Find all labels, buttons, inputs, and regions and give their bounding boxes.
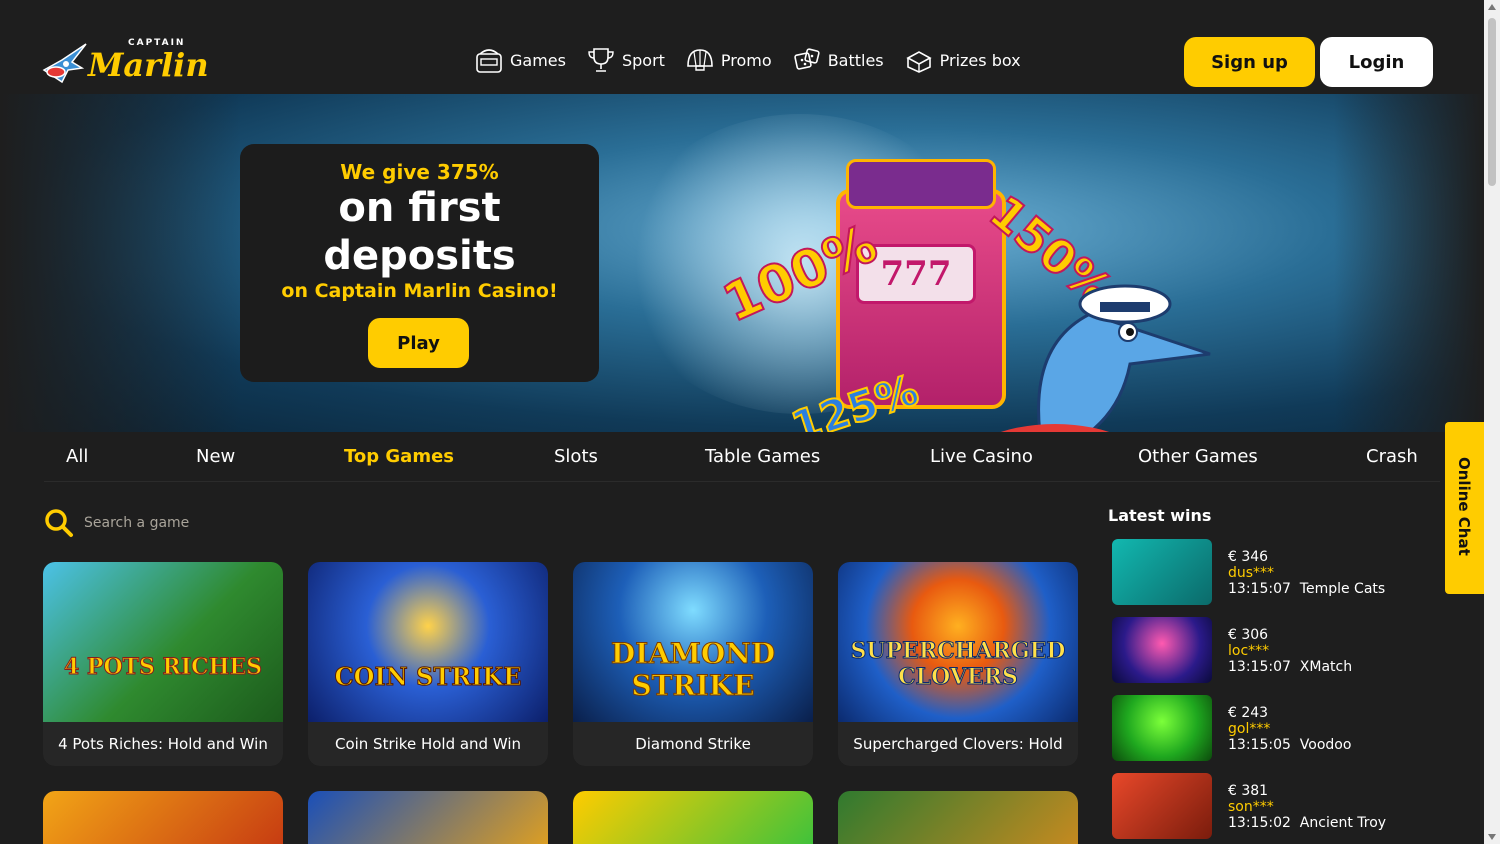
game-title: Supercharged Clovers: Hold — [838, 722, 1078, 766]
win-item[interactable]: € 381 son*** 13:15:02 Ancient Troy — [1112, 773, 1412, 839]
slot-machine-icon — [476, 49, 502, 73]
win-item[interactable]: € 243 gol*** 13:15:05 Voodoo — [1112, 695, 1412, 761]
game-search — [44, 508, 384, 538]
nav-promo-label: Promo — [720, 50, 772, 70]
play-button[interactable]: Play — [368, 318, 469, 368]
game-art-text: DIAMOND STRIKE — [610, 637, 776, 702]
dice-icon — [793, 48, 820, 70]
scroll-up-arrow-icon[interactable] — [1488, 4, 1496, 10]
tab-table-games[interactable]: Table Games — [705, 446, 820, 467]
tab-crash[interactable]: Crash — [1366, 446, 1418, 467]
trophy-icon — [588, 48, 614, 72]
hero-banner[interactable]: 777 100% 150% 125% — [0, 94, 1484, 432]
captain-marlin-logo[interactable]: CAPTAIN Marlin — [42, 36, 217, 90]
win-game-thumbnail — [1112, 617, 1212, 683]
promo-title: on first deposits — [323, 185, 516, 279]
category-tabs: All New Top Games Slots Table Games Live… — [44, 432, 1440, 482]
game-title: Diamond Strike — [573, 722, 813, 766]
latest-wins-title: Latest wins — [1108, 506, 1212, 525]
marlin-mascot-icon — [42, 43, 87, 84]
game-card-partial[interactable] — [838, 791, 1078, 844]
promo-card: We give 375% on first deposits on Captai… — [240, 144, 599, 382]
nav-sport-label: Sport — [621, 50, 665, 70]
tab-new[interactable]: New — [196, 446, 235, 467]
win-game-thumbnail — [1112, 695, 1212, 761]
nav-sport[interactable]: Sport — [586, 46, 665, 74]
main-nav: Games Sport Promo Battles Prizes box — [474, 46, 1021, 74]
game-card[interactable]: COIN STRIKE Coin Strike Hold and Win — [308, 562, 548, 766]
sign-up-button[interactable]: Sign up — [1184, 37, 1315, 87]
tab-all[interactable]: All — [66, 446, 88, 467]
win-time-game: 13:15:07 XMatch — [1228, 659, 1353, 675]
captain-marlin-character — [1037, 284, 1211, 432]
nav-battles[interactable]: Battles — [792, 46, 884, 74]
search-input[interactable] — [84, 515, 384, 531]
nav-prizes-box[interactable]: Prizes box — [904, 46, 1021, 74]
tab-other-games[interactable]: Other Games — [1138, 446, 1258, 467]
win-user: loc*** — [1228, 643, 1270, 659]
page-scrollbar[interactable] — [1484, 0, 1500, 844]
game-art-text: 4 POTS RICHES — [63, 654, 263, 681]
win-user: dus*** — [1228, 565, 1275, 581]
tab-top-games[interactable]: Top Games — [344, 446, 454, 467]
tab-slots[interactable]: Slots — [554, 446, 598, 467]
win-time-game: 13:15:05 Voodoo — [1228, 737, 1352, 753]
win-amount: € 346 — [1228, 549, 1269, 565]
shell-icon — [687, 49, 713, 71]
tab-live-casino[interactable]: Live Casino — [930, 446, 1033, 467]
nav-battles-label: Battles — [827, 50, 884, 70]
win-amount: € 381 — [1228, 783, 1269, 799]
online-chat-label: Online Chat — [1455, 457, 1473, 556]
game-card[interactable]: 4 POTS RICHES 4 Pots Riches: Hold and Wi… — [43, 562, 283, 766]
search-icon[interactable] — [44, 508, 74, 538]
game-thumbnail: SUPERCHARGED CLOVERS — [838, 562, 1078, 722]
game-thumbnail: DIAMOND STRIKE — [573, 562, 813, 722]
nav-games-label: Games — [510, 50, 566, 70]
nav-prizes-box-label: Prizes box — [939, 50, 1021, 70]
win-time-game: 13:15:07 Temple Cats — [1228, 581, 1386, 597]
nav-games[interactable]: Games — [474, 46, 566, 74]
nav-promo[interactable]: Promo — [685, 46, 772, 74]
site-header: CAPTAIN Marlin Games Sport Promo Battles… — [0, 0, 1500, 94]
game-card-partial[interactable] — [573, 791, 813, 844]
win-amount: € 243 — [1228, 705, 1269, 721]
logo-marlin-text: Marlin — [88, 46, 209, 84]
online-chat-button[interactable]: Online Chat — [1445, 422, 1485, 594]
scrollbar-thumb[interactable] — [1488, 18, 1496, 186]
win-game-thumbnail — [1112, 773, 1212, 839]
game-card[interactable]: SUPERCHARGED CLOVERS Supercharged Clover… — [838, 562, 1078, 766]
win-user: son*** — [1228, 799, 1274, 815]
game-title: 4 Pots Riches: Hold and Win — [43, 722, 283, 766]
win-user: gol*** — [1228, 721, 1271, 737]
scroll-down-arrow-icon[interactable] — [1488, 834, 1496, 840]
promo-headline: We give 375% — [340, 160, 499, 184]
game-thumbnail: 4 POTS RICHES — [43, 562, 283, 722]
win-time-game: 13:15:02 Ancient Troy — [1228, 815, 1387, 831]
latest-wins-panel: Latest wins € 346 dus*** 13:15:07 Temple… — [1108, 506, 1428, 839]
win-item[interactable]: € 306 loc*** 13:15:07 XMatch — [1112, 617, 1412, 683]
login-button[interactable]: Login — [1320, 37, 1433, 87]
promo-subtitle: on Captain Marlin Casino! — [281, 280, 558, 302]
game-card[interactable]: DIAMOND STRIKE Diamond Strike — [573, 562, 813, 766]
win-amount: € 306 — [1228, 627, 1269, 643]
treasure-chest-icon — [905, 51, 932, 73]
game-art-text: SUPERCHARGED CLOVERS — [850, 638, 1066, 691]
game-title: Coin Strike Hold and Win — [308, 722, 548, 766]
win-item[interactable]: € 346 dus*** 13:15:07 Temple Cats — [1112, 539, 1412, 605]
game-card-partial[interactable] — [43, 791, 283, 844]
game-art-text: COIN STRIKE — [334, 662, 522, 692]
game-thumbnail: COIN STRIKE — [308, 562, 548, 722]
win-game-thumbnail — [1112, 539, 1212, 605]
game-card-partial[interactable] — [308, 791, 548, 844]
